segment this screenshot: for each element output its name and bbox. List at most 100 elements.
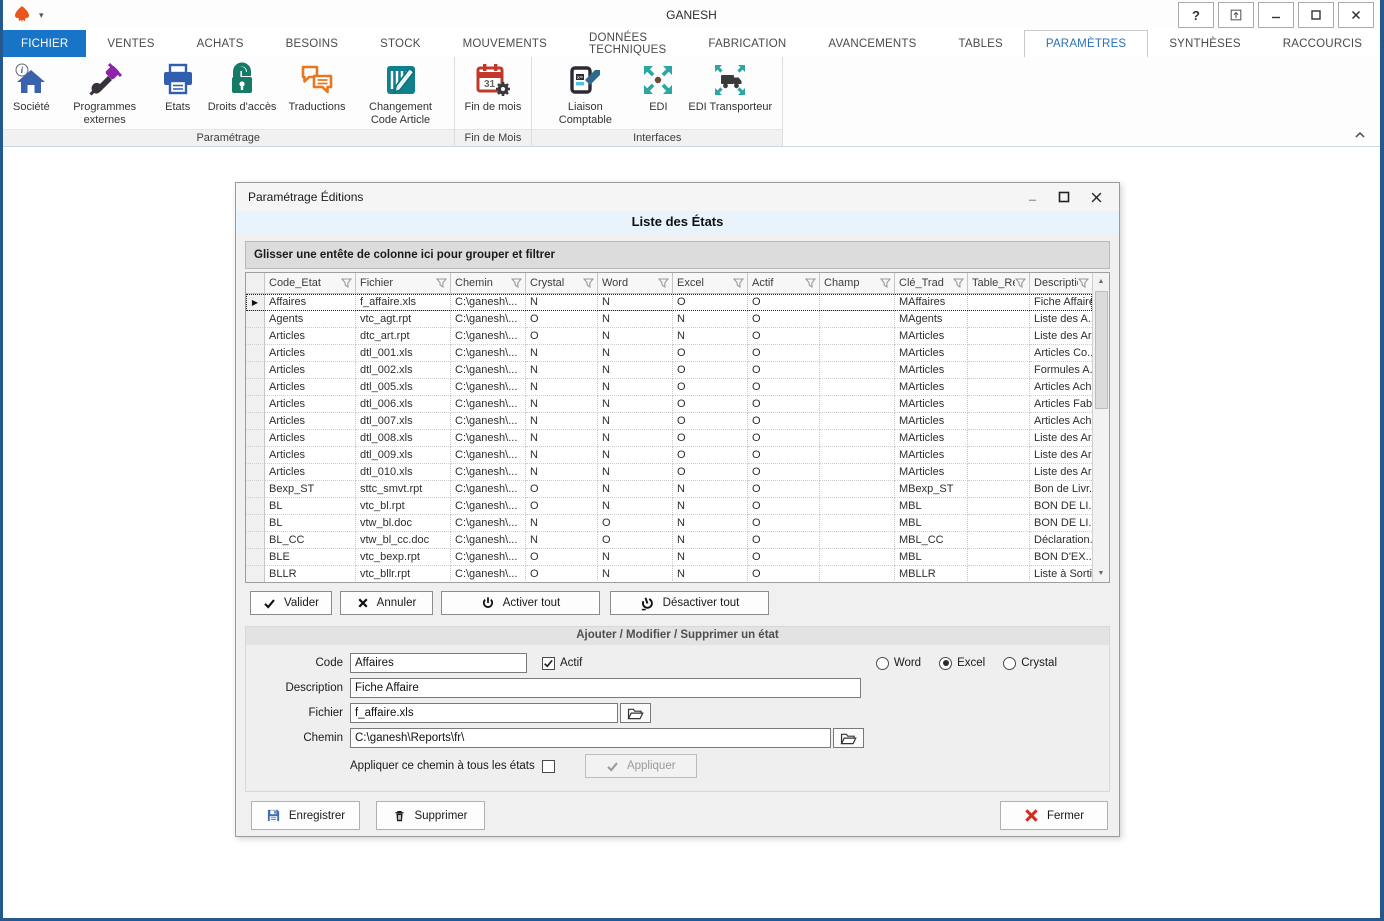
grid-cell[interactable]: N [673,481,748,498]
grid-cell[interactable]: O [748,362,820,379]
column-header-Excel[interactable]: Excel [673,273,748,294]
grid-cell[interactable]: MBL_CC [895,532,968,549]
grid-cell[interactable]: vtc_bexp.rpt [356,549,451,566]
grid-cell[interactable]: N [673,498,748,515]
fermer-button[interactable]: Fermer [1000,801,1108,830]
grid-cell[interactable]: O [748,464,820,481]
grid-cell[interactable] [968,430,1030,447]
help-button[interactable]: ? [1178,2,1214,28]
ribbon-tab[interactable]: STOCK [359,30,441,57]
ribbon-tab[interactable]: AVANCEMENTS [807,30,937,57]
grid-cell[interactable]: BL [265,498,356,515]
grid-cell[interactable]: O [748,549,820,566]
chemin-input[interactable] [350,728,831,748]
grid-cell[interactable]: MBL [895,515,968,532]
grid-cell[interactable]: MAffaires [895,294,968,311]
grid-cell[interactable]: BON DE LI... [1030,515,1092,532]
grid-cell[interactable]: Liste à Sortir [1030,566,1092,582]
grid-cell[interactable]: O [748,413,820,430]
grid-cell[interactable] [820,566,895,582]
grid-cell[interactable]: O [673,294,748,311]
grid-cell[interactable] [820,294,895,311]
grid-cell[interactable]: Bon de Livr... [1030,481,1092,498]
grid-cell[interactable]: Liste des A... [1030,311,1092,328]
grid-cell[interactable]: vtc_agt.rpt [356,311,451,328]
grid-cell[interactable]: Liste des Ar... [1030,447,1092,464]
grid-cell[interactable]: Articles [265,447,356,464]
grid-cell[interactable]: O [673,447,748,464]
grid-cell[interactable]: O [526,481,598,498]
grid-cell[interactable]: N [598,447,673,464]
grid-cell[interactable]: N [598,345,673,362]
scroll-down-icon[interactable]: ▼ [1093,565,1110,582]
grid-cell[interactable]: N [526,447,598,464]
ribbon-tab[interactable]: PARAMÈTRES [1024,30,1148,57]
grid-cell[interactable]: O [673,396,748,413]
grid-cell[interactable] [968,549,1030,566]
grid-cell[interactable]: BLLR [265,566,356,582]
grid-cell[interactable]: vtw_bl_cc.doc [356,532,451,549]
grid-row-BLE[interactable]: BLEvtc_bexp.rptC:\ganesh\...ONNOMBLBON D… [246,549,1092,566]
grid-cell[interactable]: O [748,430,820,447]
grid-cell[interactable]: Bexp_ST [265,481,356,498]
grid-cell[interactable]: vtc_bl.rpt [356,498,451,515]
grid-cell[interactable]: Formules A... [1030,362,1092,379]
grid-cell[interactable]: N [598,498,673,515]
grid-cell[interactable]: dtl_006.xls [356,396,451,413]
grid-cell[interactable]: N [673,566,748,582]
grid-cell[interactable] [820,549,895,566]
grid-row-Articles[interactable]: Articlesdtl_009.xlsC:\ganesh\...NNOOMArt… [246,447,1092,464]
grid-cell[interactable] [820,345,895,362]
grid-cell[interactable]: N [598,464,673,481]
grid-cell[interactable]: O [748,396,820,413]
grid-cell[interactable]: Articles Ach... [1030,413,1092,430]
grid-cell[interactable] [820,481,895,498]
grid-cell[interactable]: N [526,345,598,362]
grid-cell[interactable]: Articles Co... [1030,345,1092,362]
grid-row-Articles[interactable]: Articlesdtl_007.xlsC:\ganesh\...NNOOMArt… [246,413,1092,430]
grid-cell[interactable]: N [598,328,673,345]
dialog-maximize-button[interactable] [1049,186,1079,208]
grid-cell[interactable]: O [673,345,748,362]
grid-cell[interactable]: Articles [265,379,356,396]
format-radio[interactable]: Crystal [1003,657,1057,670]
grid-cell[interactable] [968,532,1030,549]
grid-cell[interactable]: Liste des Ar... [1030,430,1092,447]
grid-cell[interactable]: N [526,413,598,430]
ribbon-tab[interactable]: TABLES [937,30,1023,57]
grid-cell[interactable]: C:\ganesh\... [451,549,526,566]
grid-cell[interactable]: N [598,481,673,498]
grid-cell[interactable] [820,498,895,515]
grid-cell[interactable] [820,328,895,345]
grid-cell[interactable]: O [748,294,820,311]
ribbon-item[interactable]: 31 Fin de mois [459,59,528,117]
ribbon-item[interactable]: i Société [7,59,56,117]
grid-cell[interactable]: Liste des Ar... [1030,328,1092,345]
grid-cell[interactable]: MBL [895,498,968,515]
grid-cell[interactable] [968,345,1030,362]
grid-cell[interactable]: Articles [265,345,356,362]
grid-row-BL[interactable]: BLvtc_bl.rptC:\ganesh\...ONNOMBLBON DE L… [246,498,1092,515]
grid-cell[interactable] [968,447,1030,464]
ribbon-tab[interactable]: VENTES [86,30,175,57]
grid-cell[interactable]: dtl_007.xls [356,413,451,430]
column-header-Table_Réf[interactable]: Table_Réf [968,273,1030,294]
grid-cell[interactable]: Liste des Ar... [1030,464,1092,481]
grid-cell[interactable]: Articles [265,396,356,413]
grid-cell[interactable] [820,447,895,464]
grid-cell[interactable]: O [526,549,598,566]
grid-cell[interactable]: dtl_005.xls [356,379,451,396]
grid-cell[interactable]: MArticles [895,413,968,430]
grid-cell[interactable] [968,498,1030,515]
ribbon-item[interactable]: Traductions [282,59,351,117]
grid-cell[interactable] [968,362,1030,379]
grid-cell[interactable] [820,379,895,396]
column-header-Chemin[interactable]: Chemin [451,273,526,294]
ribbon-item[interactable]: Programmes externes [56,59,154,129]
appliquer-button[interactable]: Appliquer [585,754,697,778]
grid-cell[interactable]: O [673,430,748,447]
activer-tout-button[interactable]: Activer tout [441,591,600,615]
grid-cell[interactable]: MArticles [895,447,968,464]
grid-cell[interactable]: Fiche Affaire [1030,294,1092,311]
grid-cell[interactable]: C:\ganesh\... [451,311,526,328]
